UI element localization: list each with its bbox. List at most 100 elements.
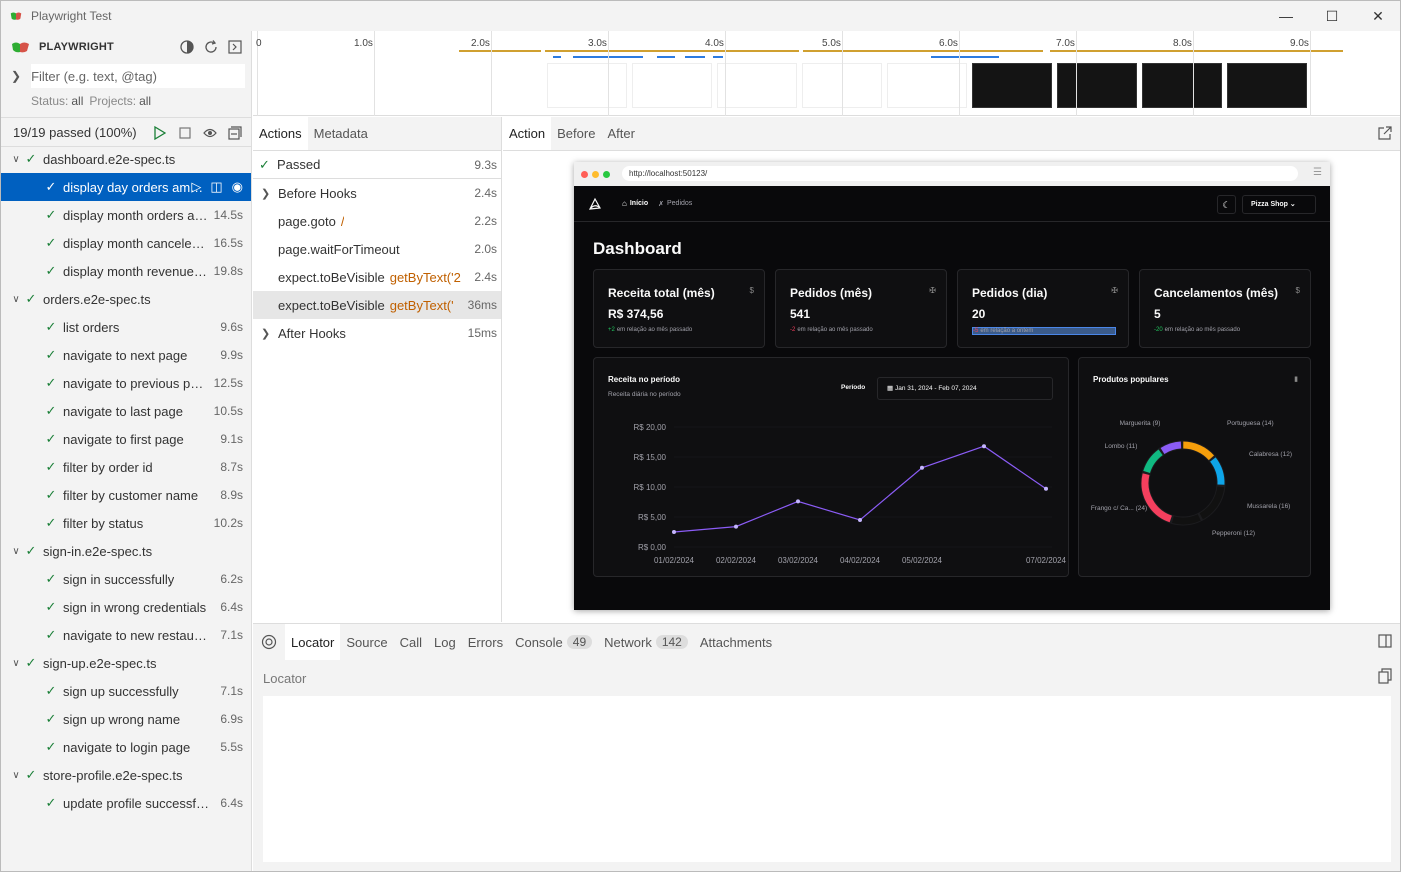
- check-icon: ✓: [45, 459, 57, 474]
- test-duration: 8.7s: [220, 460, 243, 474]
- test-row[interactable]: ✓ display month revenue amount 19.8s: [1, 257, 251, 285]
- filter-input[interactable]: [31, 64, 246, 88]
- test-file-row[interactable]: ∨ ✓ store-profile.e2e-spec.ts: [1, 761, 251, 789]
- metric-note: +2 em relação ao mês passado: [608, 327, 692, 333]
- timeline-screenshot[interactable]: [972, 63, 1052, 108]
- chevron-down-icon[interactable]: ∨: [9, 658, 23, 669]
- sidebar-toggle-icon[interactable]: [1378, 634, 1392, 651]
- action-row[interactable]: page.goto/ 2.2s: [253, 207, 501, 235]
- tab-source[interactable]: Source: [340, 624, 393, 660]
- pick-locator-icon[interactable]: [261, 634, 277, 653]
- toggle-panel-icon[interactable]: [227, 39, 243, 55]
- chevron-right-icon[interactable]: ❯: [261, 187, 275, 200]
- timeline-screenshot[interactable]: [717, 63, 797, 108]
- test-row[interactable]: ✓ navigate to first page 9.1s: [1, 425, 251, 453]
- close-button[interactable]: ✕: [1355, 1, 1400, 31]
- chevron-right-icon[interactable]: ❯: [11, 69, 21, 83]
- timeline-action-bar: [1050, 50, 1343, 52]
- tab-network[interactable]: Network 142: [598, 624, 694, 660]
- tab-before[interactable]: Before: [551, 117, 601, 150]
- pie-label: Pepperoni (12): [1212, 530, 1255, 537]
- test-row[interactable]: ✓ navigate to new restaurant page 7.1s: [1, 621, 251, 649]
- timeline-tick: [725, 31, 726, 116]
- test-row[interactable]: ✓ sign in wrong credentials 6.4s: [1, 593, 251, 621]
- chevron-down-icon[interactable]: ∨: [9, 294, 23, 305]
- timeline-screenshot[interactable]: [547, 63, 627, 108]
- watch-all-icon[interactable]: [202, 125, 218, 141]
- chevron-down-icon[interactable]: ∨: [9, 546, 23, 557]
- tab-console[interactable]: Console 49: [509, 624, 598, 660]
- reload-icon[interactable]: [203, 39, 219, 55]
- test-name: navigate to first page: [63, 431, 184, 447]
- tab-label: Attachments: [699, 634, 773, 650]
- test-file-row[interactable]: ∨ ✓ dashboard.e2e-spec.ts: [1, 145, 251, 173]
- metric-card: Cancelamentos (mês) 5 $ -20 em relação ao mê…: [1139, 269, 1311, 348]
- test-name: sign up successfully: [63, 683, 179, 699]
- check-icon: ✓: [45, 683, 57, 698]
- watch-test-icon[interactable]: ◉: [232, 179, 243, 195]
- test-row[interactable]: ✓ navigate to previous page 12.5s: [1, 369, 251, 397]
- open-external-icon[interactable]: [1378, 126, 1392, 143]
- tab-log[interactable]: Log: [428, 624, 462, 660]
- x-tick-label: 03/02/2024: [778, 556, 819, 565]
- actions-panel: Actions Metadata ✓ Passed 9.3s ❯ Before Ho…: [253, 117, 502, 622]
- test-row[interactable]: ✓ sign up wrong name 6.9s: [1, 705, 251, 733]
- test-duration: 16.5s: [213, 236, 243, 250]
- check-icon: ✓: [45, 711, 57, 726]
- timeline-screenshot[interactable]: [1227, 63, 1307, 108]
- action-row[interactable]: expect.toBeVisible getByText('2 2.4s: [253, 263, 501, 291]
- action-duration: 15ms: [467, 326, 497, 340]
- action-row[interactable]: ❯ After Hooks 15ms: [253, 319, 501, 347]
- filter-status[interactable]: Status: all Projects: all: [1, 89, 251, 113]
- timeline-screenshot[interactable]: [1057, 63, 1137, 108]
- test-file-row[interactable]: ∨ ✓ sign-in.e2e-spec.ts: [1, 537, 251, 565]
- action-row[interactable]: expect.toBeVisible getByText(' 36ms: [253, 291, 501, 319]
- locator-editor[interactable]: [263, 696, 1391, 862]
- chevron-down-icon[interactable]: ∨: [9, 770, 23, 781]
- tab-call[interactable]: Call: [394, 624, 428, 660]
- maximize-button[interactable]: ☐: [1309, 1, 1355, 31]
- run-all-icon[interactable]: [152, 125, 168, 141]
- chevron-down-icon[interactable]: ∨: [9, 154, 23, 165]
- test-row[interactable]: ✓ update profile successfully 6.4s: [1, 789, 251, 817]
- minimize-button[interactable]: —: [1263, 1, 1309, 31]
- test-row[interactable]: ✓ filter by customer name 8.9s: [1, 481, 251, 509]
- show-source-icon[interactable]: ◫: [210, 179, 222, 195]
- tab-errors[interactable]: Errors: [462, 624, 509, 660]
- test-row[interactable]: ✓ display month orders amount 14.5s: [1, 201, 251, 229]
- test-row[interactable]: ✓ filter by status 10.2s: [1, 509, 251, 537]
- tab-action[interactable]: Action: [503, 117, 552, 150]
- test-file-row[interactable]: ∨ ✓ sign-up.e2e-spec.ts: [1, 649, 251, 677]
- run-test-icon[interactable]: ▷: [191, 179, 201, 195]
- timeline-screenshot[interactable]: [887, 63, 967, 108]
- tab-locator[interactable]: Locator: [285, 624, 341, 660]
- test-row[interactable]: ✓ navigate to login page 5.5s: [1, 733, 251, 761]
- check-icon: ✓: [25, 151, 37, 166]
- test-row[interactable]: ✓ display month canceled orders amount 16.…: [1, 229, 251, 257]
- check-icon: ✓: [45, 263, 57, 278]
- menu-icon: ☰: [1313, 167, 1322, 178]
- stop-icon[interactable]: [177, 125, 193, 141]
- tab-after[interactable]: After: [601, 117, 640, 150]
- test-file-row[interactable]: ∨ ✓ orders.e2e-spec.ts: [1, 285, 251, 313]
- revenue-chart-title: Receita no período: [608, 375, 681, 384]
- test-row[interactable]: ✓ navigate to last page 10.5s: [1, 397, 251, 425]
- tab-attachments[interactable]: Attachments: [694, 624, 778, 660]
- test-row[interactable]: ✓ list orders 9.6s: [1, 313, 251, 341]
- timeline-screenshot[interactable]: [632, 63, 712, 108]
- chevron-right-icon[interactable]: ❯: [261, 327, 275, 340]
- test-row[interactable]: ✓ sign in successfully 6.2s: [1, 565, 251, 593]
- test-row[interactable]: ✓ navigate to next page 9.9s: [1, 341, 251, 369]
- collapse-all-icon[interactable]: [227, 125, 243, 141]
- action-row[interactable]: page.waitForTimeout 2.0s: [253, 235, 501, 263]
- test-row[interactable]: ✓ display day orders amount ▷ ◫ ◉: [1, 173, 251, 201]
- timeline-screenshot[interactable]: [1142, 63, 1222, 108]
- action-row[interactable]: ❯ Before Hooks 2.4s: [253, 179, 501, 207]
- tab-metadata[interactable]: Metadata: [308, 117, 374, 150]
- test-row[interactable]: ✓ sign up successfully 7.1s: [1, 677, 251, 705]
- tab-actions[interactable]: Actions: [253, 117, 308, 150]
- test-row[interactable]: ✓ filter by order id 8.7s: [1, 453, 251, 481]
- copy-icon[interactable]: [1378, 668, 1392, 687]
- theme-toggle-icon[interactable]: [179, 39, 195, 55]
- revenue-data-point: [734, 524, 738, 529]
